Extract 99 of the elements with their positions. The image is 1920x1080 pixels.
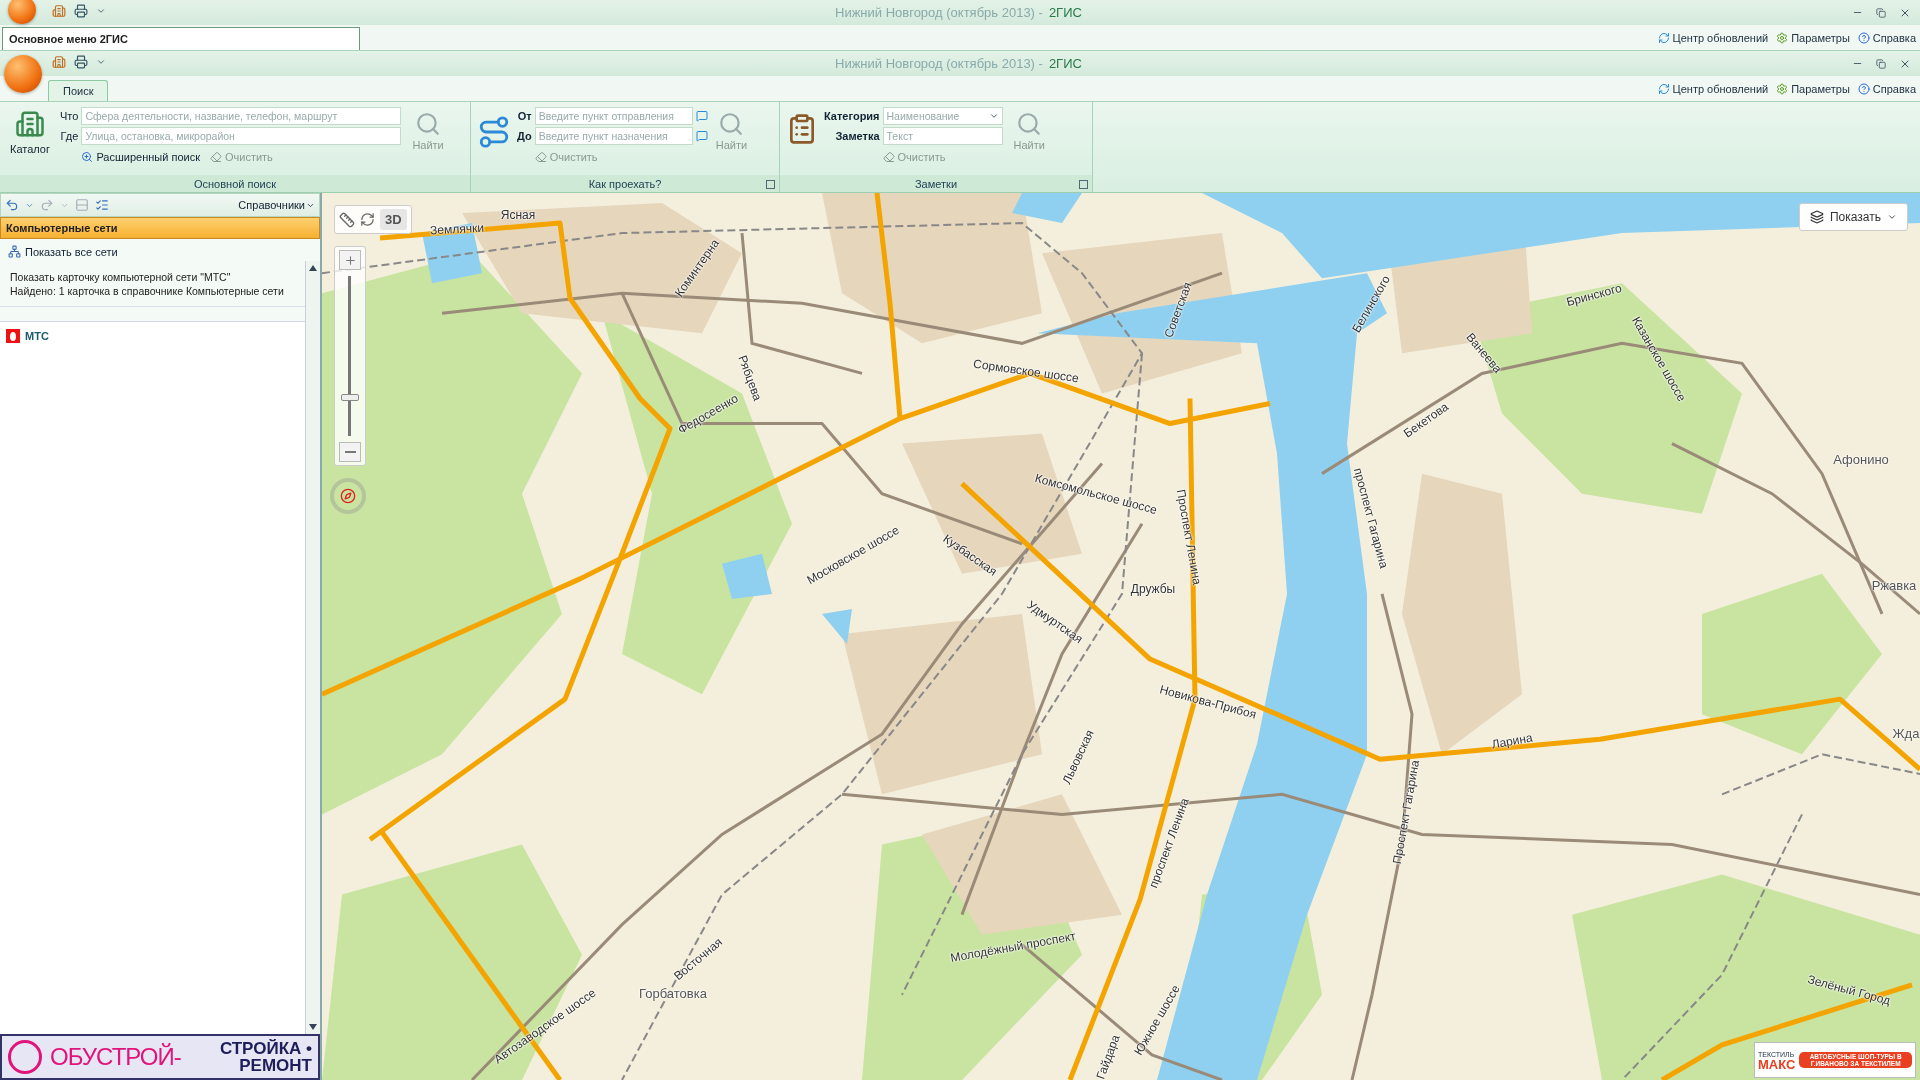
field-label: От <box>517 110 532 122</box>
printer-icon[interactable] <box>74 55 88 69</box>
place-label: Афонино <box>1833 451 1889 467</box>
street-label: Дружбы <box>1130 582 1176 596</box>
zoom-out-button[interactable] <box>339 442 361 462</box>
route-icon <box>477 115 511 149</box>
scroll-up-icon[interactable] <box>309 265 317 271</box>
settings-icon <box>1776 82 1789 95</box>
field-label: Что <box>60 110 79 122</box>
place-label: Жда <box>1892 725 1920 741</box>
note-field[interactable]: Текст <box>882 127 1003 145</box>
street-label: Ларина <box>1490 730 1534 752</box>
header-link[interactable]: Справка <box>1857 82 1916 95</box>
app-logo[interactable] <box>8 0 36 24</box>
street-label: Зелёный Город <box>1806 972 1892 1008</box>
zoom-thumb[interactable] <box>341 393 359 401</box>
catalog-button[interactable]: Каталог <box>6 107 54 157</box>
caret-icon <box>1887 212 1897 222</box>
info-text: Показать карточку компьютерной сети "МТС" <box>10 270 232 284</box>
list-icon[interactable] <box>95 198 109 212</box>
help-icon <box>1857 31 1870 44</box>
app-name: 2ГИС <box>1048 56 1082 71</box>
zoom-in-button[interactable] <box>339 250 361 270</box>
group-caption: Как проехать? <box>588 177 662 190</box>
rows-icon[interactable] <box>75 198 89 212</box>
ribbon-tab[interactable]: Поиск <box>48 80 109 101</box>
ad-banner[interactable]: ОБУСТРОЙ- СТРОЙКА • РЕМОНТ <box>0 1034 320 1080</box>
window-title: Нижний Новгород (октябрь 2013) - <box>835 5 1043 20</box>
field-label: Где <box>60 130 79 142</box>
3d-button[interactable]: 3D <box>380 209 407 230</box>
eraser-icon <box>882 151 895 163</box>
field-label: Категория <box>824 110 880 122</box>
building-icon[interactable] <box>52 4 66 18</box>
street-label: Проспект Гагарина <box>1389 758 1423 866</box>
ruler-icon[interactable] <box>339 211 355 228</box>
settings-icon <box>1776 31 1789 44</box>
egg-logo-icon <box>6 329 20 343</box>
directories-menu[interactable]: Справочники <box>238 199 315 211</box>
help-icon <box>1857 82 1870 95</box>
group-caption: Основной поиск <box>0 175 470 192</box>
ad-text: СТРОЙКА • <box>219 1040 312 1057</box>
zoom-plus-icon <box>81 151 94 163</box>
header-link[interactable]: Параметры <box>1776 82 1850 95</box>
plus-icon <box>343 253 357 267</box>
eraser-icon <box>534 151 547 163</box>
layers-icon <box>1810 210 1824 224</box>
show-all-link[interactable]: Показать все сети <box>0 239 305 264</box>
network-icon <box>8 245 21 258</box>
search-icon <box>415 111 442 137</box>
search-icon <box>1016 111 1043 137</box>
caret-icon <box>988 111 999 121</box>
scroll-down-icon[interactable] <box>309 1024 317 1030</box>
ring-logo-icon <box>8 1040 42 1074</box>
printer-icon[interactable] <box>74 4 88 18</box>
layers-button[interactable]: Показать <box>1799 203 1908 231</box>
restore-button[interactable] <box>1874 5 1888 20</box>
header-link[interactable]: Центр обновлений <box>1657 82 1769 95</box>
update-icon <box>1657 31 1670 44</box>
street-label: проспект Гагарина <box>1350 466 1392 570</box>
group-caption: Заметки <box>914 177 958 190</box>
search-field[interactable]: Сфера деятельности, название, телефон, маршрут <box>81 107 402 125</box>
scrollbar[interactable] <box>305 261 320 1034</box>
ad-text: МАКС <box>1758 1060 1796 1070</box>
field-label: Заметка <box>834 130 880 142</box>
header-link[interactable]: Центр обновлений <box>1657 31 1769 44</box>
minus-icon <box>344 451 356 453</box>
main-menu-tab[interactable]: Основное меню 2ГИС <box>2 27 360 50</box>
caret-icon[interactable] <box>96 6 106 16</box>
header-link[interactable]: Справка <box>1857 31 1916 44</box>
restore-icon <box>1876 58 1886 69</box>
search-icon <box>718 111 745 137</box>
building-icon[interactable] <box>52 55 66 69</box>
street-label: Проспект Ленина <box>1173 488 1205 586</box>
header-link[interactable]: Параметры <box>1776 31 1850 44</box>
ad-text: РЕМОНТ <box>239 1057 312 1074</box>
restore-icon <box>1876 7 1886 18</box>
ad-text: ОБУСТРОЙ- <box>50 1043 181 1071</box>
street-label: Ясная <box>500 208 536 222</box>
compass-icon[interactable] <box>330 478 366 514</box>
street-label: Сормовское шоссе <box>972 356 1080 386</box>
category-header: Компьютерные сети <box>0 217 320 239</box>
caret-icon[interactable] <box>96 57 106 67</box>
update-icon <box>1657 82 1670 95</box>
window-title: Нижний Новгород (октябрь 2013) - <box>835 56 1043 71</box>
route-field[interactable]: Введите пункт назначения <box>534 127 693 145</box>
restore-button[interactable] <box>1874 56 1888 71</box>
eraser-icon <box>209 151 222 163</box>
info-text: Найдено: 1 карточка в справочнике Компьютерные сети <box>10 284 285 298</box>
field-label: До <box>517 130 532 142</box>
app-name: 2ГИС <box>1048 5 1082 20</box>
street-label: Землячки <box>429 220 485 238</box>
search-field[interactable]: Улица, остановка, микрорайон <box>81 127 402 145</box>
result-item[interactable]: МТС <box>0 326 305 346</box>
route-field[interactable]: Введите пункт отправления <box>534 107 693 125</box>
back-button[interactable] <box>5 198 19 212</box>
launcher-icon[interactable] <box>766 180 775 189</box>
advanced-search-link[interactable]: Расширенный поиск <box>81 151 200 163</box>
place-label: Горбатовка <box>639 985 707 1001</box>
launcher-icon[interactable] <box>1079 180 1088 189</box>
